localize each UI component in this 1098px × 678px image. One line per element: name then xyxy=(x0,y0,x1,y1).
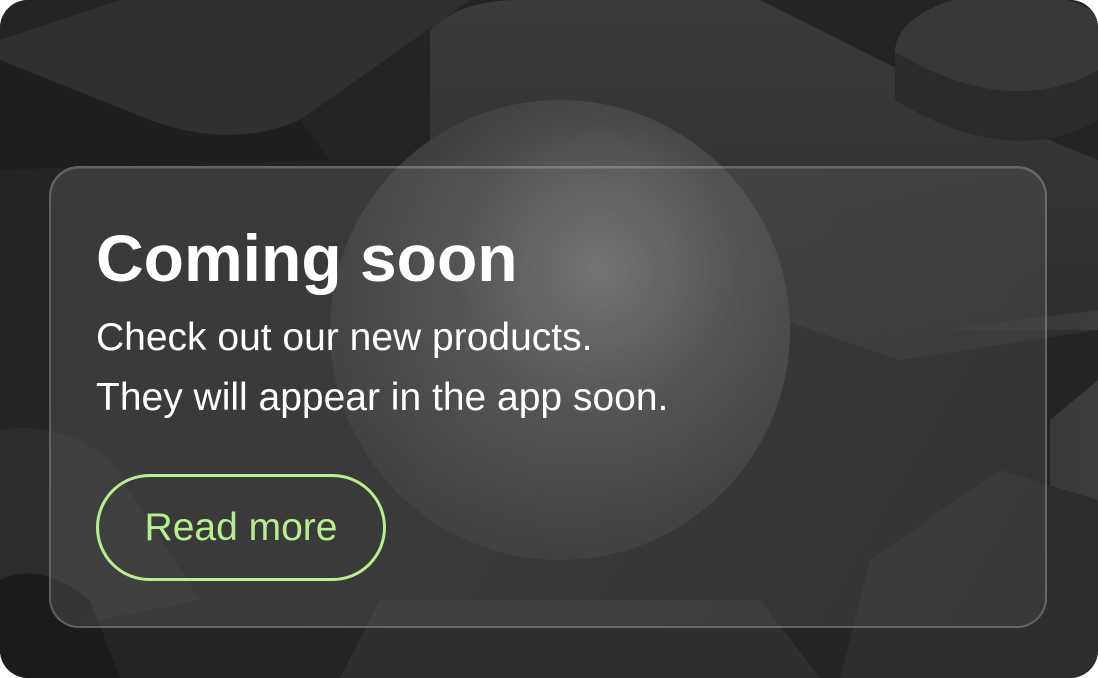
description-line: They will appear in the app soon. xyxy=(96,376,669,419)
page-title: Coming soon xyxy=(96,221,518,295)
description-line: Check out our new products. xyxy=(96,316,593,359)
description: Check out our new products. They will ap… xyxy=(96,308,668,428)
read-more-button[interactable]: Read more xyxy=(96,474,386,581)
promo-card: Coming soon Check out our new products. … xyxy=(0,0,1098,678)
